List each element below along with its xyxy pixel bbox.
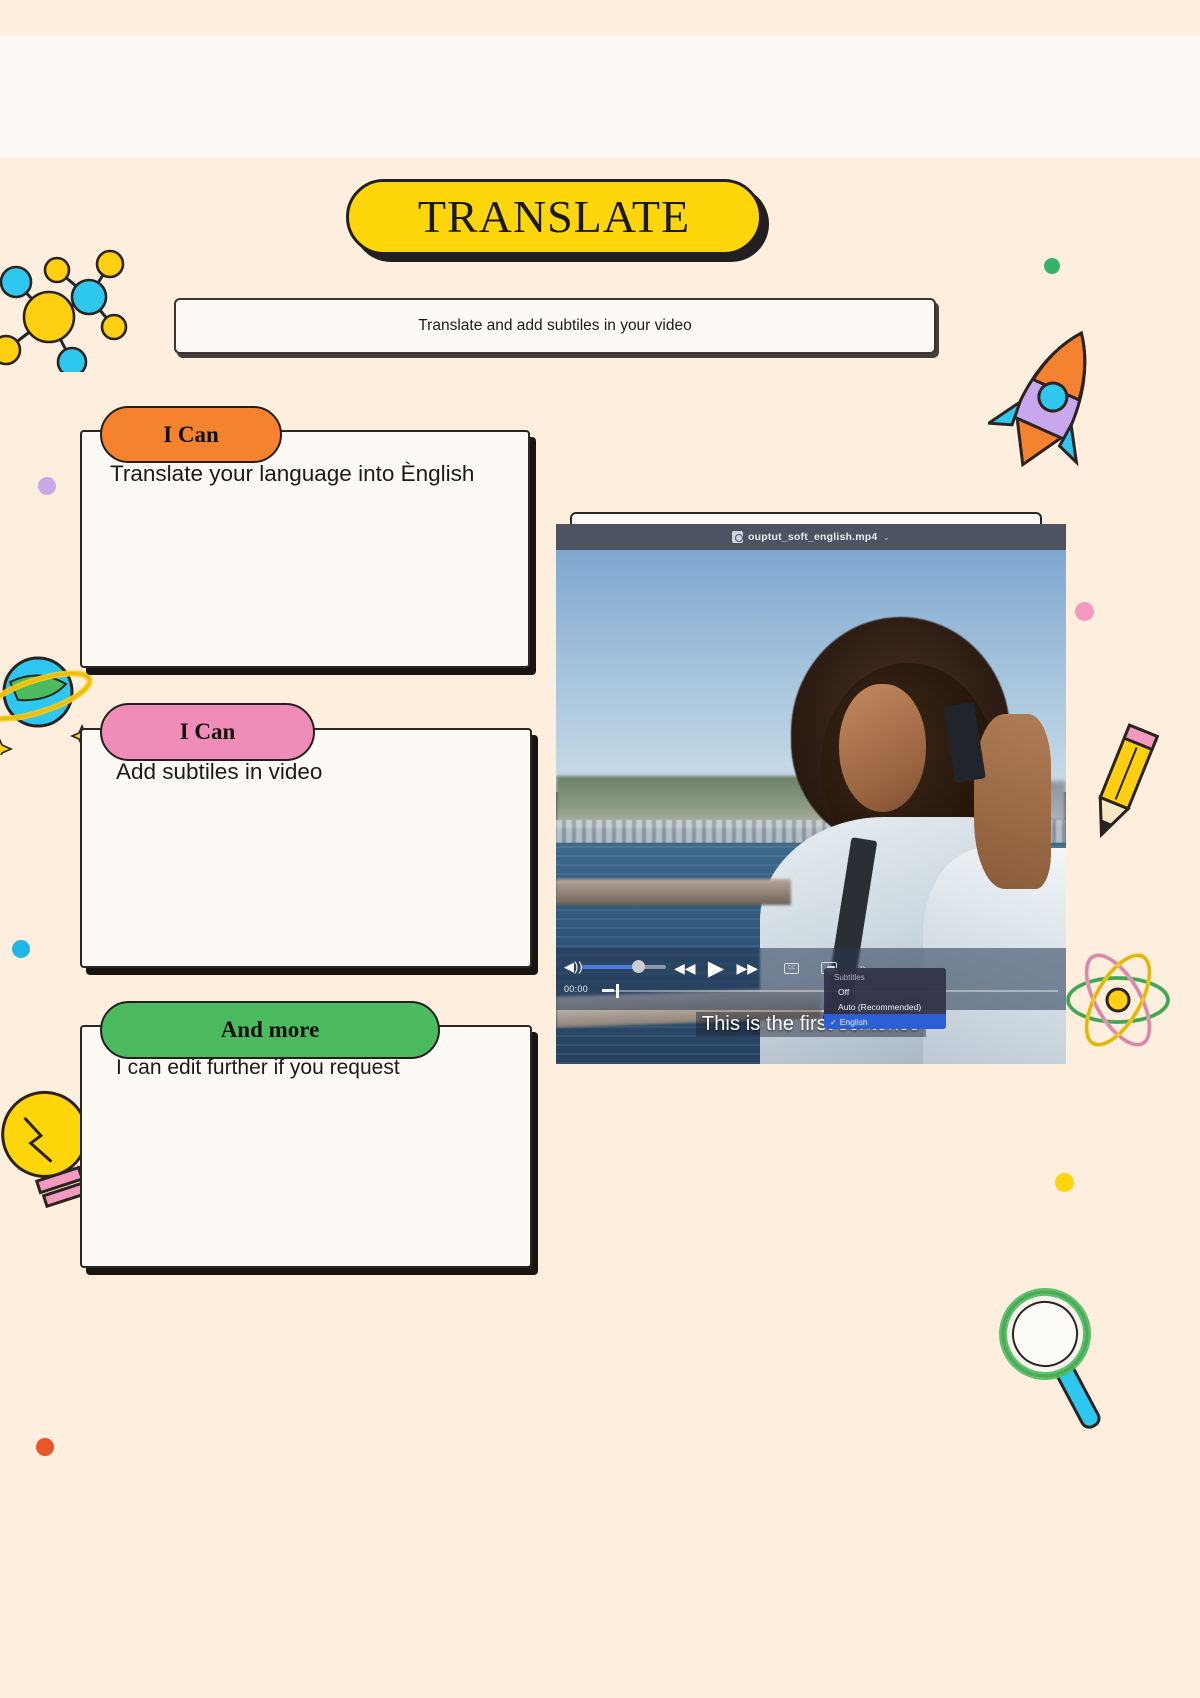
feature-tab-i-can-translate[interactable]: I Can [100,406,282,463]
page-title-banner: TRANSLATE [346,179,762,255]
video-subject-arm [974,714,1051,890]
video-controls-bar: ◀)) ◀◀ ▶ ▶▶ CC » 00:00 [556,948,1066,1010]
video-player-titlebar: ouptut_soft_english.mp4 ⌄ [556,524,1066,550]
page-subtitle: Translate and add subtiles in your video [418,317,692,334]
subtitles-option-auto[interactable]: Auto (Recommended) [824,999,946,1014]
transport-controls: ◀◀ ▶ ▶▶ [674,957,758,979]
page-title: TRANSLATE [417,191,691,242]
seek-bar-playhead[interactable] [616,984,619,998]
rewind-button[interactable]: ◀◀ [674,961,696,975]
video-subject-face [839,683,926,813]
video-file-name: ouptut_soft_english.mp4 [748,531,878,543]
feature-card-subtitles: Add subtiles in video [80,728,532,968]
chevron-down-icon[interactable]: ⌄ [882,532,890,543]
check-icon: ✓ [830,1017,837,1027]
subtitles-cc-icon[interactable]: CC [784,962,799,974]
volume-slider-knob[interactable] [632,960,645,973]
subtitles-dropdown-menu[interactable]: Subtitles Off Auto (Recommended) ✓ Englis… [824,968,946,1029]
volume-slider-track[interactable] [582,965,666,969]
video-controls-row-seek: 00:00 [556,980,1066,1002]
video-player: ouptut_soft_english.mp4 ⌄ ◀)) ◀◀ ▶ ▶▶ CC… [556,512,1066,1064]
background-band-top [0,0,1200,36]
file-icon [732,531,743,543]
feature-tab-and-more[interactable]: And more [100,1001,440,1059]
subtitles-option-english-label: English [839,1016,868,1027]
play-button[interactable]: ▶ [708,958,724,979]
volume-icon[interactable]: ◀)) [564,960,583,974]
background-band-white [0,36,1200,158]
subtitles-menu-title: Subtitles [834,973,865,982]
feature-card-more: I can edit further if you request [80,1025,532,1268]
video-caption: This is the first sentence [556,1012,1066,1037]
subtitles-option-english[interactable]: ✓ English [824,1014,946,1029]
current-time-label: 00:00 [564,984,589,994]
subtitles-option-off[interactable]: Off [824,984,946,999]
video-foreground-rail [556,878,791,905]
feature-tab-i-can-subtitles[interactable]: I Can [100,703,315,761]
video-stage[interactable]: ◀)) ◀◀ ▶ ▶▶ CC » 00:00 [556,550,1066,1064]
feature-card-translate: Translate your language into Ènglish [80,430,530,668]
page-subtitle-box: Translate and add subtiles in your video [174,298,936,354]
fast-forward-button[interactable]: ▶▶ [736,961,758,975]
video-controls-row-primary: ◀)) ◀◀ ▶ ▶▶ CC » [556,954,1066,980]
seek-bar-buffered [602,989,614,992]
